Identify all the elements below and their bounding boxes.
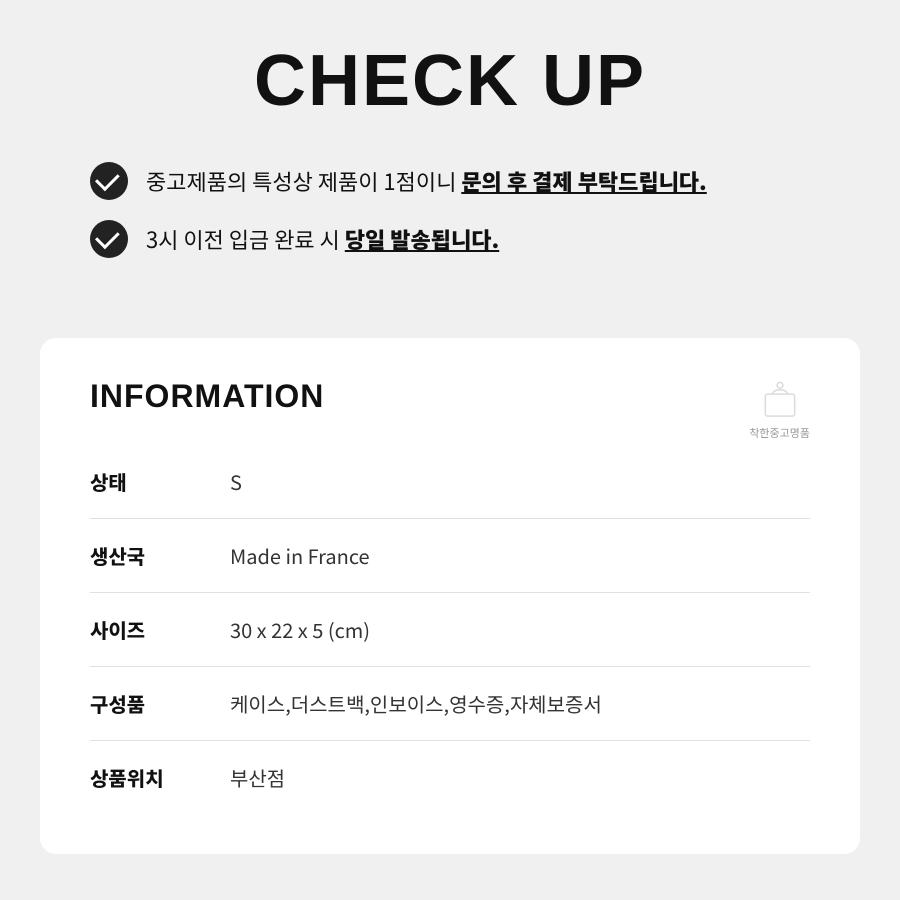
check-item-2-bold: 당일 발송됩니다. <box>345 223 499 255</box>
check-item-2-text: 3시 이전 입금 완료 시 당일 발송됩니다. <box>146 223 499 256</box>
brand-logo-text: 착한중고명품 <box>749 426 810 440</box>
check-item-1-bold: 문의 후 결제 부탁드립니다. <box>461 165 706 197</box>
info-label-0: 상태 <box>90 445 220 519</box>
brand-logo: 착한중고명품 <box>749 378 810 440</box>
table-row: 상태S <box>90 445 810 519</box>
page-title: CHECK UP <box>60 40 840 122</box>
check-item-1: 중고제품의 특성상 제품이 1점이니 문의 후 결제 부탁드립니다. <box>90 162 840 200</box>
info-label-1: 생산국 <box>90 519 220 593</box>
check-item-2: 3시 이전 입금 완료 시 당일 발송됩니다. <box>90 220 840 258</box>
info-value-1: Made in France <box>220 519 810 593</box>
table-row: 생산국Made in France <box>90 519 810 593</box>
info-value-3: 케이스,더스트백,인보이스,영수증,자체보증서 <box>220 667 810 741</box>
information-card: 착한중고명품 INFORMATION 상태S생산국Made in France사… <box>40 338 860 854</box>
check-icon-2 <box>90 220 128 258</box>
info-label-2: 사이즈 <box>90 593 220 667</box>
table-row: 구성품케이스,더스트백,인보이스,영수증,자체보증서 <box>90 667 810 741</box>
brand-logo-icon <box>758 378 802 422</box>
check-items-list: 중고제품의 특성상 제품이 1점이니 문의 후 결제 부탁드립니다. 3시 이전… <box>60 162 840 258</box>
info-label-4: 상품위치 <box>90 741 220 815</box>
information-table: 상태S생산국Made in France사이즈30 x 22 x 5 (cm)구… <box>90 445 810 814</box>
info-label-3: 구성품 <box>90 667 220 741</box>
check-item-1-text: 중고제품의 특성상 제품이 1점이니 문의 후 결제 부탁드립니다. <box>146 165 707 198</box>
info-value-4: 부산점 <box>220 741 810 815</box>
check-icon-1 <box>90 162 128 200</box>
information-title: INFORMATION <box>90 378 810 415</box>
info-value-0: S <box>220 445 810 519</box>
top-section: CHECK UP 중고제품의 특성상 제품이 1점이니 문의 후 결제 부탁드립… <box>0 0 900 308</box>
info-value-2: 30 x 22 x 5 (cm) <box>220 593 810 667</box>
table-row: 상품위치부산점 <box>90 741 810 815</box>
information-section: 착한중고명품 INFORMATION 상태S생산국Made in France사… <box>0 308 900 894</box>
table-row: 사이즈30 x 22 x 5 (cm) <box>90 593 810 667</box>
